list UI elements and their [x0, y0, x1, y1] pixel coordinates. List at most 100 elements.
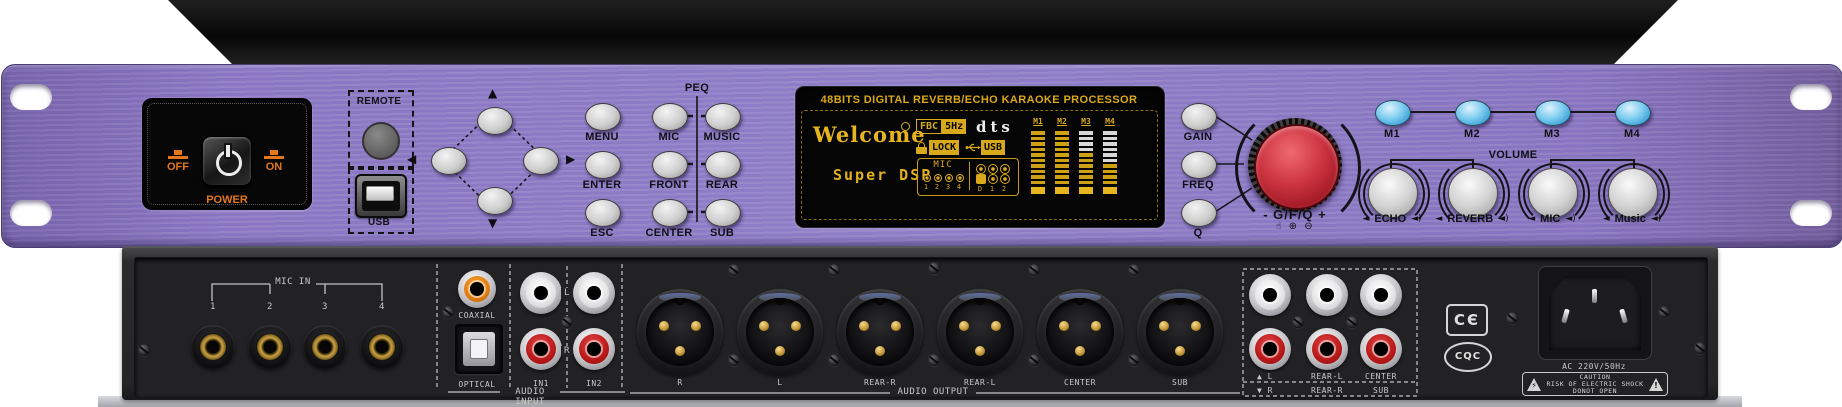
speaker-quiet-icon: ◄ [1435, 214, 1442, 224]
mic-volume-knob[interactable] [1528, 168, 1578, 218]
mic-knob-label: MIC [1540, 213, 1560, 225]
ce-mark: CЄ [1446, 304, 1488, 336]
rca-out-r [1249, 328, 1291, 370]
speaker-loud-icon: ◄) [1651, 214, 1661, 224]
music-knob-label-row: ◄ Music ◄) [1577, 213, 1687, 225]
power-label: POWER [192, 194, 262, 206]
rca-out-rear-r [1306, 328, 1348, 370]
xlr-pin [1159, 321, 1169, 331]
rca-hole [1374, 342, 1388, 356]
memory-m2-button[interactable] [1455, 100, 1491, 126]
xlr-output-rear-r [837, 289, 923, 375]
rack-hole [1790, 84, 1832, 110]
screw [1346, 316, 1358, 328]
power-button[interactable] [202, 136, 252, 186]
nav-right-button[interactable] [523, 147, 559, 175]
xlr-face [946, 298, 1014, 366]
ac-pin [1592, 289, 1597, 303]
xlr-notch [1075, 298, 1085, 305]
rca-hole [587, 286, 601, 300]
peq-music-label: MUSIC [694, 131, 750, 143]
mic-indicator-dot [956, 174, 964, 182]
mic-indicator-dot [945, 174, 953, 182]
down-arrow-icon: ▼ [1257, 386, 1262, 395]
esc-button[interactable] [585, 199, 621, 227]
nav-up-button[interactable] [477, 107, 513, 135]
peq-music-button[interactable] [705, 103, 741, 131]
peq-front-button[interactable] [652, 151, 688, 179]
enter-label: ENTER [572, 179, 632, 191]
q-button[interactable] [1181, 199, 1217, 227]
volume-title: VOLUME [1480, 149, 1546, 161]
screw [1506, 312, 1518, 324]
rca-label-center: CENTER [1357, 372, 1405, 381]
menu-button[interactable] [585, 103, 621, 131]
xlr-face [1046, 298, 1114, 366]
xlr-pin [775, 346, 785, 356]
rca-label-text: R [1268, 386, 1273, 395]
cqc-mark: CQC [1444, 342, 1492, 372]
lcd-mic-label: MIC [928, 160, 958, 170]
freq-button[interactable] [1181, 151, 1217, 179]
enter-button[interactable] [585, 151, 621, 179]
memory-m4-label: M4 [1612, 128, 1652, 140]
gfq-rotary-knob[interactable] [1254, 124, 1340, 210]
screw [442, 306, 454, 318]
peq-front-label: FRONT [641, 179, 697, 191]
caution-line: DONOT OPEN [1573, 388, 1617, 395]
nav-left-button[interactable] [431, 147, 467, 175]
rca-out-center [1360, 274, 1402, 316]
mic-jack-2 [248, 325, 292, 369]
peq-center-button[interactable] [652, 199, 688, 227]
coaxial-label: COAXIAL [449, 311, 505, 320]
power-on-label: ON [254, 161, 294, 173]
lock-badge: LOCK [916, 140, 959, 155]
xlr-face [846, 298, 914, 366]
optical-port-window [470, 339, 488, 359]
audio-output-label: AUDIO OUTPUT [893, 387, 973, 397]
memory-m4-button[interactable] [1615, 100, 1651, 126]
xlr-notch [1175, 298, 1185, 305]
memory-m1-button[interactable] [1375, 100, 1411, 126]
reverb-volume-knob[interactable] [1448, 168, 1498, 218]
echo-volume-knob[interactable] [1368, 168, 1418, 218]
rca-label-text: L [1268, 372, 1273, 381]
aux-label: D [975, 185, 985, 193]
xlr-pin [759, 321, 769, 331]
peq-rear-button[interactable] [705, 151, 741, 179]
gain-label: GAIN [1168, 131, 1228, 143]
lock-label: LOCK [929, 140, 959, 155]
xlr-pin [859, 321, 869, 331]
music-knob-label: Music [1615, 213, 1646, 225]
screw [928, 354, 940, 366]
peq-sub-button[interactable] [705, 199, 741, 227]
switch-off-icon [168, 150, 188, 159]
rca-hole [1320, 342, 1334, 356]
reverb-knob-label: REVERB [1447, 213, 1493, 225]
music-volume-knob[interactable] [1608, 168, 1658, 218]
nav-down-button[interactable] [477, 187, 513, 215]
screw [1128, 354, 1140, 366]
rca-label-l: ▲ L [1248, 372, 1282, 381]
meter-label-m3: M3 [1077, 117, 1095, 126]
memory-m3-button[interactable] [1535, 100, 1571, 126]
level-meter-m4 [1103, 129, 1117, 194]
warning-lightning-icon: ⚡ [1527, 378, 1541, 391]
q-label: Q [1168, 227, 1228, 239]
rca-out-sub [1360, 328, 1402, 370]
arrow-left-icon: ◀ [407, 152, 416, 166]
mic-number: 1 [921, 183, 931, 191]
xlr-label-center: CENTER [1045, 378, 1115, 387]
caution-text: CAUTION RISK OF ELECTRIC SHOCK DONOT OPE… [1546, 374, 1643, 395]
xlr-pin [1091, 321, 1101, 331]
meter-label-m4: M4 [1101, 117, 1119, 126]
peq-mic-label: MIC [641, 131, 697, 143]
aux-indicator [1000, 174, 1010, 184]
xlr-face [646, 298, 714, 366]
aux-label: 2 [999, 185, 1009, 193]
aux-indicator [988, 174, 998, 184]
gain-button[interactable] [1181, 103, 1217, 131]
xlr-label-rear-r: REAR-R [845, 378, 915, 387]
peq-mic-button[interactable] [652, 103, 688, 131]
mic-indicator-dot [934, 174, 942, 182]
